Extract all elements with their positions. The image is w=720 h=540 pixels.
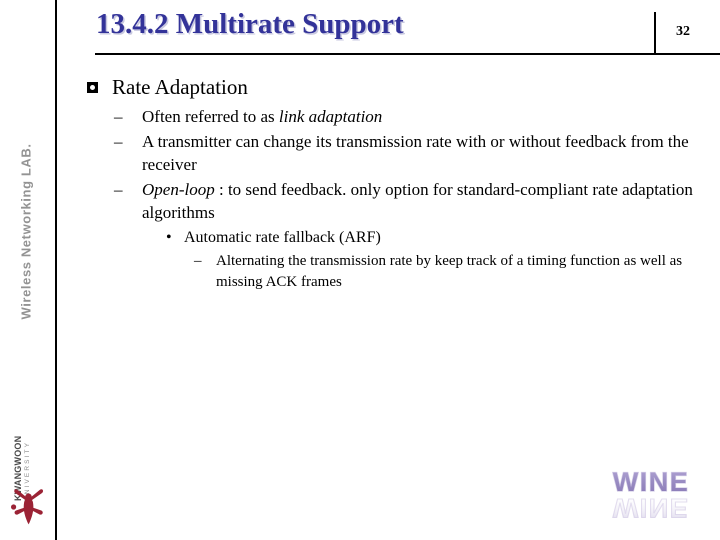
bullet-item-1: – A transmitter can change its transmiss… (114, 130, 696, 176)
university-logo: KWANGWOON UNIVERSITY (2, 424, 52, 536)
lab-label: Wireless Networking LAB. (18, 143, 34, 320)
bullet-item-2: – Open-loop : to send feedback. only opt… (114, 178, 696, 224)
bullet-item-2-italic: Open-loop (142, 180, 215, 199)
wine-logo-reflection: WINE (612, 492, 690, 523)
slide: Wireless Networking LAB. KWANGWOON UNIVE… (0, 0, 720, 540)
wine-logo: WINE WINE (612, 466, 690, 523)
wine-logo-text: WINE (613, 467, 690, 497)
bullet-level1-label: Rate Adaptation (112, 75, 248, 99)
bullet-item-1-pre: A transmitter can change its transmissio… (142, 132, 689, 174)
header-rule (95, 53, 720, 55)
page-number: 32 (676, 24, 690, 39)
bullet-item-4: – Alternating the transmission rate by k… (194, 251, 696, 293)
dash-marker-icon: – (114, 107, 123, 126)
bullet-item-0-pre: Often referred to as (142, 107, 279, 126)
bullet-item-3-pre: Automatic rate fallback (ARF) (184, 229, 381, 246)
kwangwoon-figure-icon (11, 489, 44, 525)
bullet-item-0: – Often referred to as link adaptation (114, 105, 696, 128)
dash-marker-icon: – (114, 132, 123, 151)
bullet-item-0-italic: link adaptation (278, 107, 383, 126)
left-rail: Wireless Networking LAB. KWANGWOON UNIVE… (0, 0, 57, 540)
wine-logo-reflection-text: WINE (613, 493, 690, 523)
square-dot-bullet-icon (87, 82, 98, 93)
content-body: Rate Adaptation – Often referred to as l… (86, 74, 696, 293)
bullet-item-2-post: : to send feedback. only option for stan… (142, 180, 693, 222)
bullet-level1: Rate Adaptation (86, 74, 696, 101)
wine-logo-main: WINE (612, 466, 690, 497)
page-title: 13.4.2 Multirate Support (96, 8, 404, 40)
round-bullet-icon: • (166, 229, 172, 246)
dash-marker-icon: – (194, 253, 202, 269)
header-vertical-rule (654, 12, 656, 54)
bullet-item-3: • Automatic rate fallback (ARF) (164, 227, 696, 249)
bullet-item-4-pre: Alternating the transmission rate by kee… (216, 253, 683, 290)
dash-marker-icon: – (114, 180, 123, 199)
rail-divider (55, 0, 57, 540)
